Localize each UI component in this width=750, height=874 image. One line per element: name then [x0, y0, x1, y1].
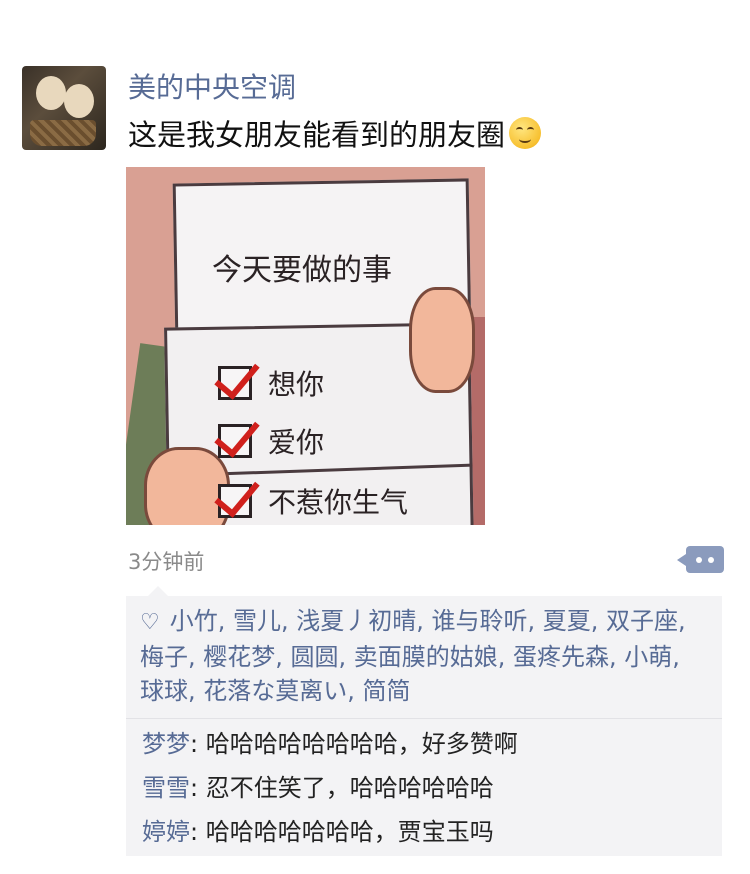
post-image[interactable]: 今天要做的事 想你 爱你 不惹你生气 — [126, 167, 485, 525]
dot-icon — [696, 556, 702, 563]
todo-title: 今天要做的事 — [212, 253, 392, 288]
comment-text: 哈哈哈哈哈哈哈，贾宝玉吗 — [205, 818, 494, 846]
puppy-left — [36, 76, 66, 110]
hand-right — [409, 287, 475, 393]
commenter-name[interactable]: 梦梦 — [142, 730, 190, 758]
comment-separator: : — [190, 818, 206, 846]
todo-item-label: 不惹你生气 — [268, 486, 409, 519]
post-time: 3分钟前 — [128, 550, 205, 574]
avatar[interactable] — [22, 66, 106, 150]
comment-separator: : — [190, 730, 206, 758]
liker-names[interactable]: 小竹, 雪儿, 浅夏丿初晴, 谁与聆听, 夏夏, 双子座, 梅子, 樱花梦, 圆… — [140, 607, 686, 705]
comment[interactable]: 婷婷: 哈哈哈哈哈哈哈，贾宝玉吗 — [142, 816, 494, 848]
checkbox-icon — [214, 352, 260, 400]
comment-text: 哈哈哈哈哈哈哈哈，好多赞啊 — [205, 730, 518, 758]
todo-item: 不惹你生气 — [214, 470, 409, 521]
todo-item: 想你 — [214, 352, 325, 403]
more-actions-button[interactable] — [677, 546, 724, 573]
heart-outline-icon: ♡ — [140, 610, 160, 635]
dot-icon — [708, 556, 714, 563]
todo-item: 爱你 — [214, 410, 325, 461]
comment[interactable]: 雪雪: 忍不住笑了，哈哈哈哈哈哈 — [142, 772, 494, 804]
commenter-name[interactable]: 雪雪 — [142, 774, 190, 802]
divider — [126, 718, 722, 719]
post-text: 这是我女朋友能看到的朋友圈 — [128, 118, 506, 152]
comment-separator: : — [190, 774, 206, 802]
likes-list: ♡ 小竹, 雪儿, 浅夏丿初晴, 谁与聆听, 夏夏, 双子座, 梅子, 樱花梦, … — [140, 604, 710, 708]
puppy-right — [64, 84, 94, 118]
smiling-blush-emoji-icon — [509, 117, 542, 149]
checkbox-icon — [214, 470, 260, 518]
comment-text: 忍不住笑了，哈哈哈哈哈哈 — [205, 774, 494, 802]
comment[interactable]: 梦梦: 哈哈哈哈哈哈哈哈，好多赞啊 — [142, 728, 518, 760]
likes-comments-panel: ♡ 小竹, 雪儿, 浅夏丿初晴, 谁与聆听, 夏夏, 双子座, 梅子, 樱花梦, … — [126, 586, 722, 856]
author-name[interactable]: 美的中央空调 — [128, 66, 296, 106]
basket — [30, 120, 96, 146]
commenter-name[interactable]: 婷婷 — [142, 818, 190, 846]
checkbox-icon — [214, 410, 260, 458]
post-content: 这是我女朋友能看到的朋友圈 — [128, 112, 542, 154]
todo-item-label: 想你 — [268, 368, 325, 401]
todo-item-label: 爱你 — [268, 426, 325, 459]
